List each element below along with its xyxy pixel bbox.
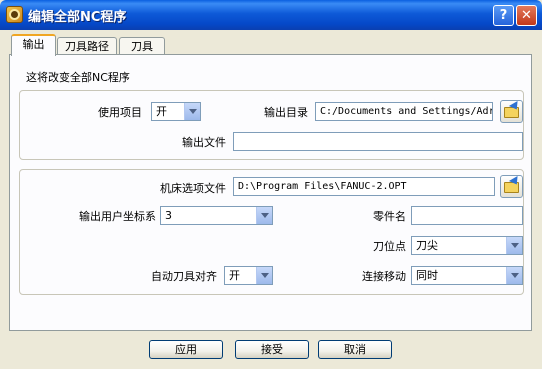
- machine-option-label: 机床选项文件: [160, 182, 226, 195]
- machine-settings-group: 机床选项文件 D:\Program Files\FANUC-2.OPT 输出用户…: [19, 169, 524, 295]
- auto-align-value: 开: [229, 269, 240, 282]
- dialog-window: 编辑全部NC程序 ? ✕ 输出 刀具路径 刀具 这将改变全部NC程序 使用项目 …: [0, 0, 542, 369]
- output-dir-value: C:/Documents and Settings/Adr: [320, 106, 493, 117]
- machine-option-field[interactable]: D:\Program Files\FANUC-2.OPT: [233, 177, 495, 196]
- dropdown-arrow-icon: [184, 103, 200, 120]
- cancel-button-label: 取消: [344, 343, 366, 356]
- help-button[interactable]: ?: [493, 5, 514, 26]
- user-coord-select[interactable]: 3: [160, 206, 273, 225]
- title-bar[interactable]: 编辑全部NC程序 ? ✕: [0, 0, 542, 30]
- accept-button[interactable]: 接受: [235, 340, 309, 359]
- use-item-label: 使用项目: [98, 106, 142, 119]
- output-file-label: 输出文件: [182, 136, 226, 149]
- accept-button-label: 接受: [261, 343, 283, 356]
- apply-button-label: 应用: [175, 343, 197, 356]
- tab-output-label: 输出: [22, 38, 45, 51]
- dropdown-arrow-icon: [506, 267, 522, 284]
- part-name-field[interactable]: [411, 206, 523, 225]
- tab-toolpath-label: 刀具路径: [65, 40, 109, 53]
- panel-description: 这将改变全部NC程序: [26, 71, 130, 84]
- apply-button[interactable]: 应用: [149, 340, 223, 359]
- link-move-select[interactable]: 同时: [411, 266, 523, 285]
- tool-point-select[interactable]: 刀尖: [411, 236, 523, 255]
- tab-output[interactable]: 输出: [11, 34, 56, 56]
- output-file-field[interactable]: [233, 132, 523, 151]
- auto-align-label: 自动刀具对齐: [151, 270, 217, 283]
- tool-point-value: 刀尖: [416, 239, 438, 252]
- window-title: 编辑全部NC程序: [28, 10, 127, 25]
- use-item-select[interactable]: 开: [151, 102, 201, 121]
- output-dir-browse-button[interactable]: [500, 100, 523, 123]
- tab-panel-output: 这将改变全部NC程序 使用项目 开 输出目录 C:/Documents and …: [9, 54, 532, 331]
- auto-align-select[interactable]: 开: [224, 266, 273, 285]
- user-coord-value: 3: [165, 209, 172, 222]
- close-icon: ✕: [521, 8, 532, 23]
- link-move-label: 连接移动: [362, 270, 406, 283]
- help-icon: ?: [499, 8, 508, 23]
- output-settings-group: 使用项目 开 输出目录 C:/Documents and Settings/Ad…: [19, 90, 524, 160]
- machine-option-browse-button[interactable]: [500, 175, 523, 198]
- dropdown-arrow-icon: [506, 237, 522, 254]
- close-button[interactable]: ✕: [516, 5, 537, 26]
- cancel-button[interactable]: 取消: [318, 340, 392, 359]
- output-dir-label: 输出目录: [264, 106, 308, 119]
- tab-tool-label: 刀具: [131, 40, 153, 53]
- output-dir-field[interactable]: C:/Documents and Settings/Adr: [315, 102, 493, 121]
- machine-option-value: D:\Program Files\FANUC-2.OPT: [238, 181, 407, 192]
- part-name-label: 零件名: [373, 210, 406, 223]
- dropdown-arrow-icon: [256, 267, 272, 284]
- link-move-value: 同时: [416, 269, 438, 282]
- user-coord-label: 输出用户坐标系: [79, 210, 156, 223]
- tool-point-label: 刀位点: [373, 240, 406, 253]
- dropdown-arrow-icon: [256, 207, 272, 224]
- use-item-value: 开: [156, 105, 167, 118]
- app-icon: [6, 6, 23, 23]
